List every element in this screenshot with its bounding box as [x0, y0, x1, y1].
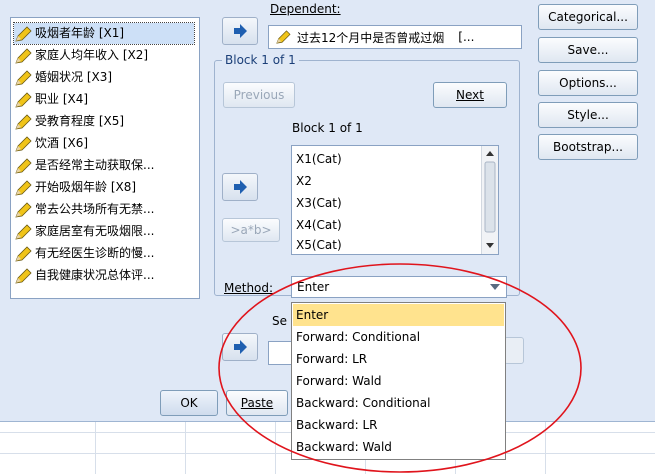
variable-label: 开始吸烟年龄 [X8] [35, 180, 137, 194]
rule-button-edge[interactable] [504, 337, 524, 364]
scale-pencil-icon [15, 179, 32, 196]
list-item[interactable]: 自我健康状况总体评... [14, 265, 154, 286]
right-arrow-icon [234, 24, 247, 38]
method-selected-value: Enter [297, 280, 330, 294]
dependent-field[interactable]: 过去12个月中是否曾戒过烟 [... [268, 25, 522, 49]
list-item[interactable]: 是否经常主动获取保... [14, 155, 154, 176]
move-to-selection-button[interactable] [222, 333, 258, 361]
block-group-header: Block 1 of 1 [222, 53, 299, 67]
selection-variable-field[interactable] [268, 341, 292, 365]
variable-label: 饮酒 [X6] [35, 136, 89, 150]
variable-label: 婚姻状况 [X3] [35, 70, 113, 84]
scrollbar-arrows [484, 151, 496, 248]
options-button[interactable]: Options... [538, 70, 638, 96]
scale-pencil-icon [15, 113, 32, 130]
variable-source-list[interactable]: 吸烟者年龄 [X1] 家庭人均年收入 [X2] 婚姻状况 [X3] 职业 [X4… [10, 17, 200, 299]
scale-pencil-icon [15, 47, 32, 64]
list-item[interactable]: 常去公共场所有无禁... [14, 199, 154, 220]
ok-button[interactable]: OK [160, 390, 218, 416]
interaction-button[interactable]: >a*b> [222, 218, 280, 242]
method-option[interactable]: Forward: Wald [293, 370, 504, 392]
dependent-label: Dependent: [270, 2, 341, 16]
method-select[interactable]: Enter [291, 276, 507, 298]
block-inner-label: Block 1 of 1 [292, 121, 363, 135]
scale-pencil-icon [15, 157, 32, 174]
method-option[interactable]: Enter [293, 304, 504, 326]
variable-label: 常去公共场所有无禁... [35, 202, 155, 216]
dependent-value: 过去12个月中是否曾戒过烟 [297, 30, 445, 45]
list-item[interactable]: X3(Cat) [296, 192, 342, 214]
chevron-down-icon [490, 284, 500, 290]
scale-pencil-icon [15, 25, 32, 42]
list-item[interactable]: 家庭人均年收入 [X2] [14, 45, 148, 66]
categorical-button[interactable]: Categorical... [538, 4, 638, 30]
list-item[interactable]: 有无经医生诊断的慢... [14, 243, 154, 264]
list-item[interactable]: 受教育程度 [X5] [14, 111, 124, 132]
method-option[interactable]: Backward: Wald [293, 436, 504, 458]
variable-label: 受教育程度 [X5] [35, 114, 125, 128]
method-option[interactable]: Forward: Conditional [293, 326, 504, 348]
list-item[interactable]: 职业 [X4] [14, 89, 88, 110]
scale-pencil-icon [15, 201, 32, 218]
list-item[interactable]: 吸烟者年龄 [X1] [13, 22, 195, 45]
list-item[interactable]: 婚姻状况 [X3] [14, 67, 112, 88]
save-button[interactable]: Save... [538, 37, 638, 63]
method-option[interactable]: Backward: LR [293, 414, 504, 436]
scale-pencil-icon [276, 30, 291, 44]
move-to-covariates-button[interactable] [222, 173, 258, 201]
list-item[interactable]: 家庭居室有无吸烟限... [14, 221, 154, 242]
style-button[interactable]: Style... [538, 102, 638, 128]
variable-label: 家庭居室有无吸烟限... [35, 224, 155, 238]
list-item[interactable]: X5(Cat) [296, 234, 342, 254]
variable-label: 家庭人均年收入 [X2] [35, 48, 149, 62]
move-to-dependent-button[interactable] [222, 17, 258, 45]
scale-pencil-icon [15, 245, 32, 262]
paste-button[interactable]: Paste [226, 390, 288, 416]
list-item[interactable]: X1(Cat) [296, 148, 342, 170]
bootstrap-button[interactable]: Bootstrap... [538, 134, 638, 160]
scale-pencil-icon [15, 91, 32, 108]
variable-label: 职业 [X4] [35, 92, 89, 106]
method-label: Method: [224, 281, 274, 295]
dependent-value-overflow: [... [458, 30, 475, 44]
previous-button[interactable]: Previous [223, 82, 295, 108]
variable-label: 有无经医生诊断的慢... [35, 246, 155, 260]
right-arrow-icon [234, 180, 247, 194]
method-dropdown-list[interactable]: Enter Forward: Conditional Forward: LR F… [291, 302, 506, 460]
list-item[interactable]: X4(Cat) [296, 214, 342, 236]
method-option[interactable]: Backward: Conditional [293, 392, 504, 414]
scale-pencil-icon [15, 223, 32, 240]
scale-pencil-icon [15, 135, 32, 152]
covariates-scrollbar[interactable] [481, 146, 498, 254]
list-item[interactable]: X2 [296, 170, 312, 192]
next-button[interactable]: Next [433, 82, 507, 108]
variable-label: 吸烟者年龄 [X1] [35, 26, 125, 40]
scale-pencil-icon [15, 267, 32, 284]
variable-label: 自我健康状况总体评... [35, 268, 155, 282]
covariates-list[interactable]: X1(Cat) X2 X3(Cat) X4(Cat) X5(Cat) [291, 145, 499, 255]
selection-variable-label: Se [272, 314, 287, 328]
right-arrow-icon [234, 340, 247, 354]
list-item[interactable]: 开始吸烟年龄 [X8] [14, 177, 136, 198]
scale-pencil-icon [15, 69, 32, 86]
list-item[interactable]: 饮酒 [X6] [14, 133, 88, 154]
variable-label: 是否经常主动获取保... [35, 158, 155, 172]
method-option[interactable]: Forward: LR [293, 348, 504, 370]
